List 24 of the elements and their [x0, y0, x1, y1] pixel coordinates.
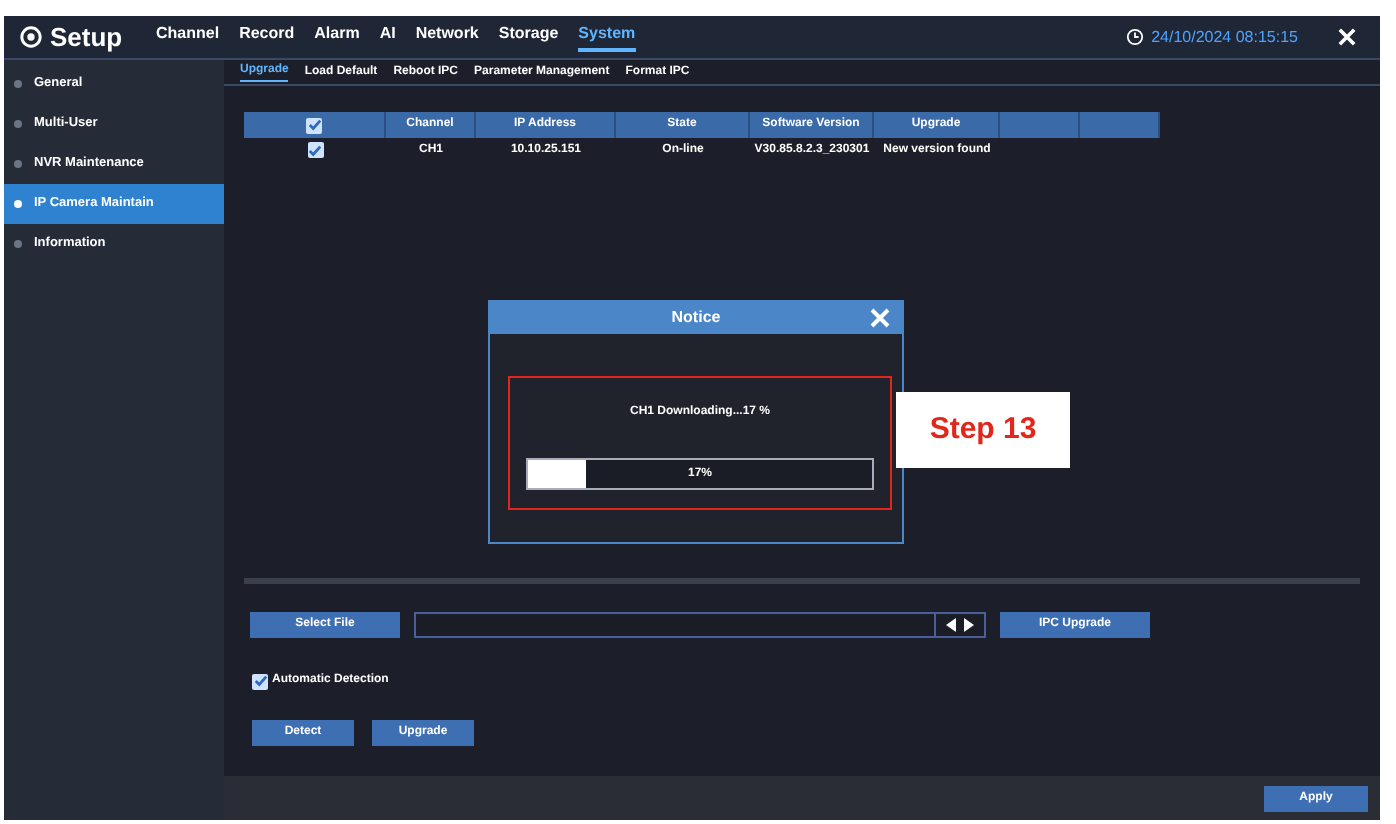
menu-tab[interactable]: Record — [239, 22, 295, 52]
menu-tab[interactable]: Channel — [156, 22, 220, 52]
checkbox[interactable] — [306, 117, 322, 133]
file-field[interactable] — [414, 612, 986, 638]
menu-tab[interactable]: Storage — [498, 22, 559, 52]
right-arrow-icon[interactable] — [964, 618, 974, 632]
menu-tab[interactable]: Network — [415, 22, 479, 52]
menu-tab[interactable]: Alarm — [314, 22, 360, 52]
date-time: 24/10/2024 08:15:15 — [1151, 25, 1298, 49]
checkbox[interactable] — [307, 142, 323, 158]
checkbox[interactable] — [252, 673, 268, 689]
setup-title: Setup — [50, 19, 123, 56]
bullet-icon — [14, 200, 22, 208]
close-icon[interactable] — [1338, 28, 1356, 46]
menu-tab[interactable]: System — [578, 22, 636, 52]
clock-icon — [1125, 28, 1144, 46]
bullet-icon — [14, 80, 22, 88]
bullet-icon — [14, 240, 22, 248]
step-label: Step 13 — [929, 409, 1037, 450]
bullet-icon — [14, 120, 22, 128]
bullet-icon — [14, 160, 22, 168]
menu-tab[interactable]: AI — [379, 22, 396, 52]
dialog-title: Notice — [671, 306, 721, 330]
left-arrow-icon[interactable] — [946, 618, 956, 632]
